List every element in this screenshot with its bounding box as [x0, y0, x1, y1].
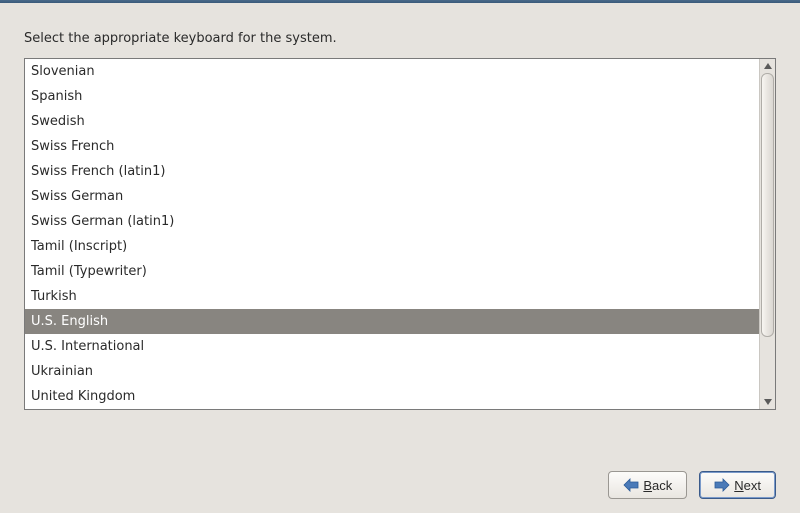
- list-item[interactable]: Tamil (Inscript): [25, 234, 759, 259]
- button-bar: Back Next: [608, 471, 776, 499]
- back-button-label: Back: [643, 478, 672, 493]
- list-item[interactable]: Swedish: [25, 109, 759, 134]
- arrow-left-icon: [623, 478, 639, 492]
- scrollbar[interactable]: [759, 59, 775, 409]
- instruction-label: Select the appropriate keyboard for the …: [24, 31, 776, 46]
- dialog-content: Select the appropriate keyboard for the …: [0, 3, 800, 410]
- arrow-right-icon: [714, 478, 730, 492]
- keyboard-list[interactable]: SlovenianSpanishSwedishSwiss FrenchSwiss…: [25, 59, 759, 409]
- list-item[interactable]: Turkish: [25, 284, 759, 309]
- list-item[interactable]: Spanish: [25, 84, 759, 109]
- list-item[interactable]: Swiss French: [25, 134, 759, 159]
- scroll-down-arrow-icon[interactable]: [760, 395, 775, 409]
- list-item[interactable]: Slovenian: [25, 59, 759, 84]
- scroll-up-arrow-icon[interactable]: [760, 59, 775, 73]
- list-item[interactable]: Tamil (Typewriter): [25, 259, 759, 284]
- scroll-thumb[interactable]: [761, 73, 774, 337]
- keyboard-list-container: SlovenianSpanishSwedishSwiss FrenchSwiss…: [24, 58, 776, 410]
- list-item[interactable]: Swiss German: [25, 184, 759, 209]
- scroll-track[interactable]: [760, 73, 775, 395]
- list-item[interactable]: U.S. English: [25, 309, 759, 334]
- back-button[interactable]: Back: [608, 471, 687, 499]
- list-item[interactable]: Ukrainian: [25, 359, 759, 384]
- list-item[interactable]: Swiss French (latin1): [25, 159, 759, 184]
- list-item[interactable]: Swiss German (latin1): [25, 209, 759, 234]
- list-item[interactable]: U.S. International: [25, 334, 759, 359]
- next-button-label: Next: [734, 478, 761, 493]
- list-item[interactable]: United Kingdom: [25, 384, 759, 409]
- next-button[interactable]: Next: [699, 471, 776, 499]
